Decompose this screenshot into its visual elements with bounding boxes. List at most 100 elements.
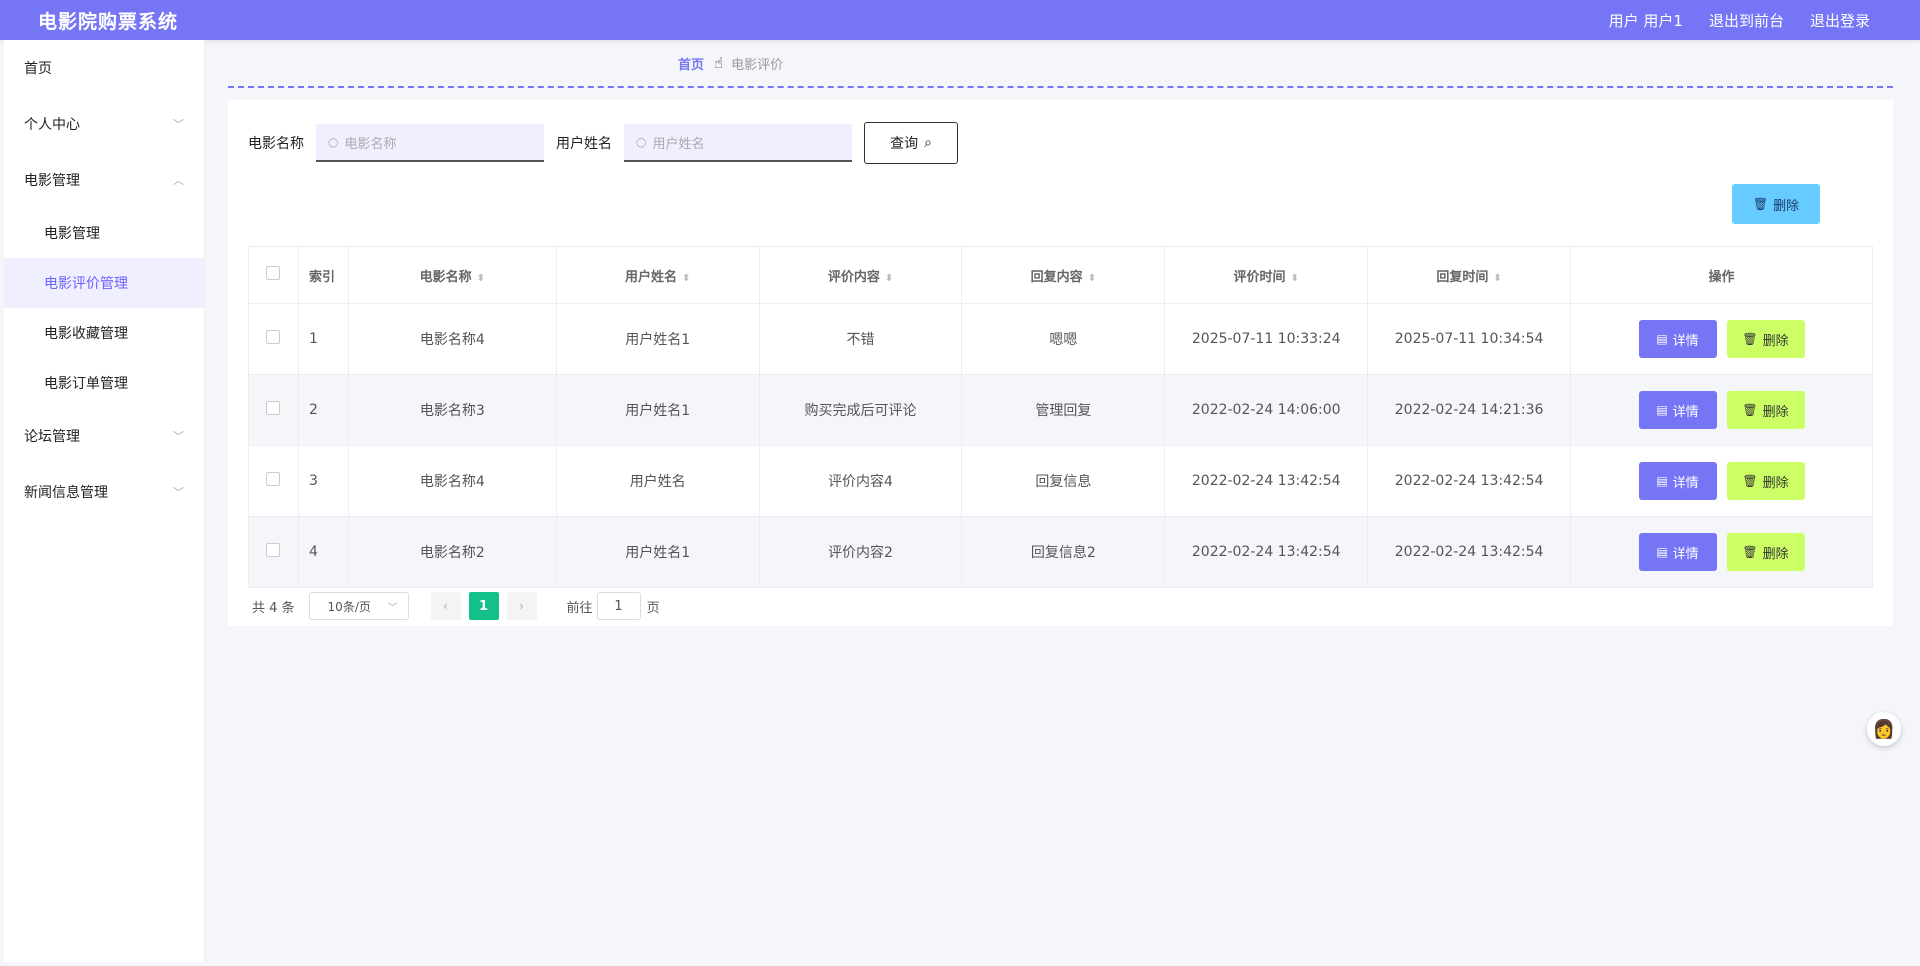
movie-name-input[interactable]: ○ 电影名称: [316, 124, 544, 162]
sort-icon[interactable]: ⬍: [885, 273, 893, 284]
user-info[interactable]: 用户 用户1: [1609, 10, 1683, 31]
chevron-down-icon: ﹀: [173, 118, 184, 131]
page-size-select[interactable]: 10条/页 ﹀: [308, 592, 409, 620]
delete-button[interactable]: 🗑 删除: [1726, 462, 1805, 500]
trash-icon: 🗑: [1742, 474, 1758, 488]
row-checkbox[interactable]: [266, 330, 281, 344]
logout-link[interactable]: 退出登录: [1810, 10, 1870, 31]
sidebar: 首页 个人中心 ﹀ 电影管理 ︿ 电影管理 电影评价管理 电影收藏管理 电影订单…: [4, 40, 205, 962]
breadcrumb-home[interactable]: 首页: [678, 54, 704, 73]
hand-icon: ☝: [714, 54, 724, 72]
cell-index: 3: [297, 445, 349, 517]
detail-button[interactable]: ▤ 详情: [1638, 533, 1717, 571]
cell-reply-time: 2022-02-24 13:42:54: [1367, 516, 1572, 588]
sidebar-subitem-movie-favorites-management[interactable]: 电影收藏管理: [4, 308, 204, 358]
cell-movie-name: 电影名称4: [347, 303, 557, 375]
sort-icon[interactable]: ⬍: [1493, 273, 1501, 284]
row-checkbox[interactable]: [266, 472, 281, 486]
movie-name-label: 电影名称: [248, 136, 304, 152]
sidebar-item-label: 新闻信息管理: [24, 485, 108, 501]
cell-user-name: 用户姓名1: [555, 516, 760, 588]
search-icon: ○: [636, 135, 647, 149]
trash-icon: 🗑: [1742, 545, 1758, 559]
table-row: 1 电影名称4 用户姓名1 不错 嗯嗯 2025-07-11 10:33:24 …: [248, 303, 1873, 375]
cell-index: 4: [297, 516, 349, 588]
row-checkbox[interactable]: [266, 401, 281, 415]
delete-button[interactable]: 🗑 删除: [1726, 320, 1805, 358]
row-select-cell[interactable]: [248, 303, 299, 375]
total-count: 共 4 条: [252, 600, 295, 616]
header-review-content[interactable]: 评价内容 ⬍: [758, 246, 963, 304]
cell-review-content: 购买完成后可评论: [758, 374, 963, 446]
select-all-checkbox[interactable]: [266, 266, 281, 280]
sidebar-item-label: 首页: [24, 61, 52, 77]
page-number-current[interactable]: 1: [468, 592, 499, 620]
sidebar-item-label: 电影收藏管理: [44, 326, 128, 342]
cell-user-name: 用户姓名: [555, 445, 760, 517]
sort-icon[interactable]: ⬍: [1088, 273, 1096, 284]
row-checkbox[interactable]: [266, 543, 281, 557]
sort-icon[interactable]: ⬍: [1291, 273, 1299, 284]
goto-page-input[interactable]: 1: [596, 592, 641, 620]
breadcrumb-current: 电影评价: [731, 57, 784, 73]
goto-suffix: 页: [646, 600, 660, 616]
delete-button[interactable]: 🗑 删除: [1726, 533, 1805, 571]
sidebar-item-label: 电影评价管理: [44, 276, 128, 292]
next-page-button[interactable]: ›: [506, 592, 537, 620]
header-reply-time[interactable]: 回复时间 ⬍: [1367, 246, 1572, 304]
sidebar-subitem-movie-order-management[interactable]: 电影订单管理: [4, 358, 204, 408]
cell-movie-name: 电影名称3: [347, 374, 557, 446]
goto-page: 前往 1 页: [567, 592, 660, 620]
chevron-down-icon: ﹀: [173, 430, 184, 443]
header-index: 索引: [297, 246, 349, 304]
cell-index: 1: [297, 303, 349, 375]
prev-page-button[interactable]: ‹: [430, 592, 461, 620]
sidebar-item-news-management[interactable]: 新闻信息管理 ﹀: [4, 464, 204, 520]
delete-button[interactable]: 🗑 删除: [1726, 391, 1805, 429]
cell-user-name: 用户姓名1: [555, 374, 760, 446]
sidebar-item-label: 论坛管理: [24, 429, 80, 445]
header-reply-content[interactable]: 回复内容 ⬍: [961, 246, 1166, 304]
detail-button[interactable]: ▤ 详情: [1638, 320, 1717, 358]
chevron-down-icon: ﹀: [173, 486, 184, 499]
cell-review-content: 评价内容2: [758, 516, 963, 588]
cell-reply-content: 回复信息: [961, 445, 1166, 517]
header-review-time[interactable]: 评价时间 ⬍: [1164, 246, 1369, 304]
header-movie-name[interactable]: 电影名称 ⬍: [347, 246, 557, 304]
table-row: 3 电影名称4 用户姓名 评价内容4 回复信息 2022-02-24 13:42…: [248, 445, 1873, 517]
sort-icon[interactable]: ⬍: [477, 273, 485, 284]
sidebar-item-movie-management[interactable]: 电影管理 ︿: [4, 152, 204, 208]
trash-icon: 🗑: [1742, 403, 1758, 417]
back-to-front-link[interactable]: 退出到前台: [1709, 10, 1784, 31]
assistant-avatar-icon[interactable]: 👩: [1867, 712, 1901, 746]
row-select-cell[interactable]: [248, 374, 299, 446]
table-row: 2 电影名称3 用户姓名1 购买完成后可评论 管理回复 2022-02-24 1…: [248, 374, 1873, 446]
cell-reply-content: 嗯嗯: [961, 303, 1166, 375]
query-button[interactable]: 查询 ⌕: [864, 122, 958, 164]
select-all-cell[interactable]: [248, 246, 299, 304]
top-bar: 电影院购票系统 用户 用户1 退出到前台 退出登录: [0, 0, 1920, 40]
batch-delete-button[interactable]: 🗑 删除: [1732, 184, 1820, 224]
movie-name-placeholder: 电影名称: [344, 136, 397, 152]
sidebar-item-forum-management[interactable]: 论坛管理 ﹀: [4, 408, 204, 464]
header-user-name[interactable]: 用户姓名 ⬍: [555, 246, 760, 304]
table-row: 4 电影名称2 用户姓名1 评价内容2 回复信息2 2022-02-24 13:…: [248, 516, 1873, 588]
sidebar-item-home[interactable]: 首页: [4, 40, 204, 96]
row-select-cell[interactable]: [248, 445, 299, 517]
detail-button[interactable]: ▤ 详情: [1638, 462, 1717, 500]
user-name-input[interactable]: ○ 用户姓名: [624, 124, 852, 162]
sidebar-subitem-movie-management[interactable]: 电影管理: [4, 208, 204, 258]
main-content: 首页 ☝ 电影评价 电影名称 ○ 电影名称 用户姓名 ○ 用户姓名 查询 ⌕ 🗑…: [228, 40, 1893, 626]
sidebar-item-personal-center[interactable]: 个人中心 ﹀: [4, 96, 204, 152]
cell-reply-time: 2022-02-24 13:42:54: [1367, 445, 1572, 517]
batch-delete-label: 删除: [1773, 198, 1800, 214]
detail-button[interactable]: ▤ 详情: [1638, 391, 1717, 429]
sidebar-item-label: 个人中心: [24, 117, 80, 133]
cell-review-time: 2022-02-24 13:42:54: [1164, 445, 1369, 517]
cell-review-time: 2022-02-24 13:42:54: [1164, 516, 1369, 588]
breadcrumb: 首页 ☝ 电影评价: [228, 40, 1893, 88]
cell-movie-name: 电影名称2: [347, 516, 557, 588]
sort-icon[interactable]: ⬍: [682, 273, 690, 284]
row-select-cell[interactable]: [248, 516, 299, 588]
sidebar-subitem-movie-review-management[interactable]: 电影评价管理: [4, 258, 204, 308]
